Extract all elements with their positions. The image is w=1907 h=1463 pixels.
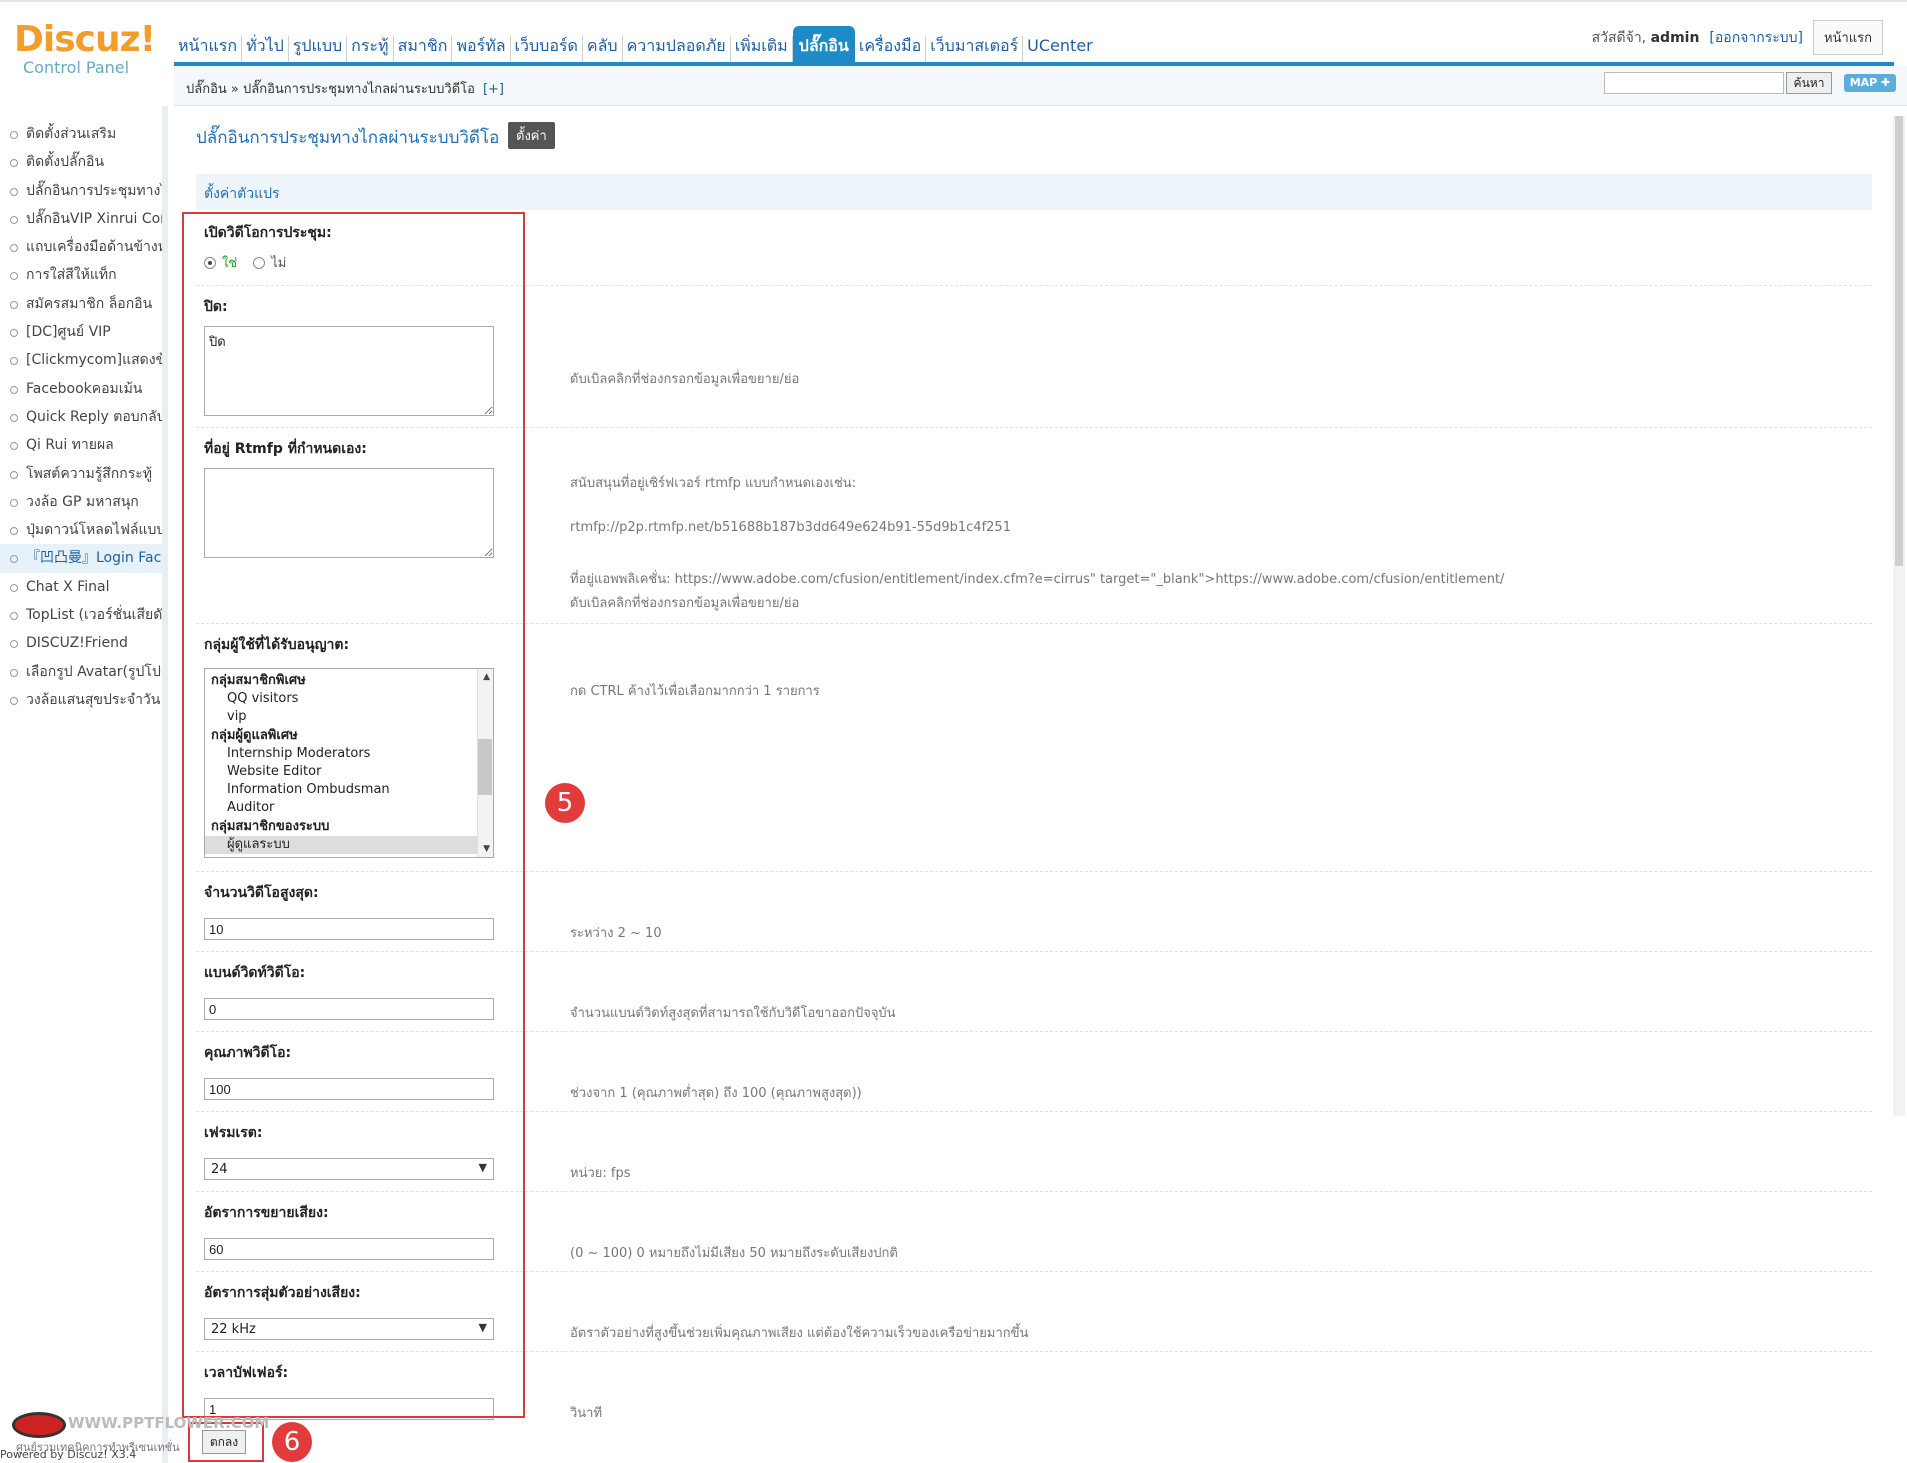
- gain-hint: (0 ~ 100) 0 หมายถึงไม่มีเสียง 50 หมายถึง…: [570, 1246, 898, 1261]
- nav-item-13[interactable]: UCenter: [1023, 36, 1097, 64]
- samplerate-hint: อัตราตัวอย่างที่สูงขึ้นช่วยเพิ่มคุณภาพเส…: [570, 1326, 1029, 1341]
- sidebar-item[interactable]: ปุ่มดาวน์โหลดไฟล์แบบแ: [0, 516, 162, 544]
- sidebar-item[interactable]: แถบเครื่องมือด้านข้างหล: [0, 233, 162, 261]
- rtmfp-hint-3: ที่อยู่แอพพลิเคชั่น: https://www.adobe.c…: [570, 572, 1505, 587]
- breadcrumb-text[interactable]: ปลั๊กอิน » ปลั๊กอินการประชุมทางไกลผ่านระ…: [186, 82, 475, 97]
- page-scroll-thumb[interactable]: [1895, 116, 1903, 566]
- top-header: Discuz! Control Panel หน้าแรก ทั่วไป รูปแบ…: [0, 0, 1907, 77]
- greeting: สวัสดีจ้า, admin: [1592, 27, 1700, 49]
- sidebar-item[interactable]: [Clickmycom]แสดงข้อ: [0, 346, 162, 374]
- rtmfp-hint-4: ดับเบิลคลิกที่ช่องกรอกข้อมูลเพื่อขยาย/ย่…: [570, 596, 800, 611]
- map-button[interactable]: MAP ✚: [1844, 74, 1896, 92]
- user-bar: สวัสดีจ้า, admin [ออกจากระบบ] หน้าแรก: [1592, 20, 1883, 55]
- sidebar-list: ติดตั้งส่วนเสริม ติดตั้งปลั๊กอิน ปลั๊กอินก…: [0, 106, 162, 714]
- page-scrollbar[interactable]: [1893, 116, 1905, 1116]
- annotation-badge-5: 5: [545, 783, 585, 823]
- annotation-badge-6: 6: [272, 1422, 312, 1462]
- add-shortcut-link[interactable]: [+]: [483, 82, 504, 97]
- annotation-frame-5: [182, 212, 525, 1418]
- rtmfp-hint-1: สนับสนุนที่อยู่เซิร์ฟเวอร์ rtmfp แบบกำหน…: [570, 476, 857, 491]
- breadcrumb: ปลั๊กอิน » ปลั๊กอินการประชุมทางไกลผ่านระ…: [186, 78, 504, 99]
- sidebar-item[interactable]: TopList (เวอร์ชั่นเสียดัง): [0, 601, 162, 629]
- close-hint: ดับเบิลคลิกที่ช่องกรอกข้อมูลเพื่อขยาย/ย่…: [570, 372, 800, 387]
- sidebar-item[interactable]: การใส่สีให้แท็ก: [0, 261, 162, 289]
- nav-item-3[interactable]: กระทู้: [347, 36, 394, 64]
- discuz-logo[interactable]: Discuz! Control Panel: [14, 22, 164, 82]
- nav-item-5[interactable]: พอร์ทัล: [452, 36, 511, 64]
- greeting-text: สวัสดีจ้า,: [1591, 29, 1647, 46]
- watermark-logo-icon: [12, 1412, 66, 1438]
- sidebar: ติดตั้งส่วนเสริม ติดตั้งปลั๊กอิน ปลั๊กอินก…: [0, 106, 168, 1463]
- nav-item-8[interactable]: ความปลอดภัย: [623, 36, 731, 64]
- section-header: ตั้งค่าตัวแปร: [196, 174, 1872, 210]
- sidebar-item[interactable]: เลือกรูป Avatar(รูปโปรไ: [0, 658, 162, 686]
- rtmfp-hint-2: rtmfp://p2p.rtmfp.net/b51688b187b3dd649e…: [570, 520, 1011, 535]
- page-title: ปลั๊กอินการประชุมทางไกลผ่านระบบวิดีโอ: [196, 128, 500, 148]
- main-nav: หน้าแรก ทั่วไป รูปแบบ กระทู้ สมาชิก พอร์ทัล เว…: [174, 26, 1097, 64]
- groups-hint: กด CTRL ค้างไว้เพื่อเลือกมากกว่า 1 รายกา…: [570, 684, 820, 699]
- sidebar-item[interactable]: ติดตั้งปลั๊กอิน: [0, 148, 162, 176]
- search-button[interactable]: ค้นหา: [1786, 72, 1832, 94]
- sidebar-item[interactable]: [DC]ศูนย์ VIP: [0, 318, 162, 346]
- nav-item-10[interactable]: ปลั๊กอิน: [792, 26, 855, 64]
- sub-header: ปลั๊กอิน » ปลั๊กอินการประชุมทางไกลผ่านระ…: [174, 66, 1907, 106]
- logo-sub-text: Control Panel: [23, 58, 130, 77]
- sidebar-item[interactable]: Chat X Final: [0, 573, 162, 601]
- nav-item-0[interactable]: หน้าแรก: [174, 36, 243, 64]
- username: admin: [1650, 29, 1700, 46]
- nav-item-11[interactable]: เครื่องมือ: [855, 36, 927, 64]
- section-title: ตั้งค่าตัวแปร: [204, 186, 280, 202]
- logout-link[interactable]: [ออกจากระบบ]: [1709, 27, 1803, 49]
- home-button[interactable]: หน้าแรก: [1813, 20, 1883, 55]
- nav-item-4[interactable]: สมาชิก: [394, 36, 453, 64]
- nav-item-1[interactable]: ทั่วไป: [242, 36, 289, 64]
- nav-item-2[interactable]: รูปแบบ: [289, 36, 348, 64]
- sidebar-item[interactable]: สมัครสมาชิก ล็อกอิน: [0, 290, 162, 318]
- quality-hint: ช่วงจาก 1 (คุณภาพต่ำสุด) ถึง 100 (คุณภาพ…: [570, 1086, 862, 1101]
- sidebar-item[interactable]: Quick Reply ตอบกลับเ: [0, 403, 162, 431]
- sidebar-item[interactable]: Facebookคอมเม้น: [0, 375, 162, 403]
- sidebar-item[interactable]: 『凹凸曼』Login Face: [0, 544, 162, 573]
- sidebar-item[interactable]: วงล้อ GP มหาสนุก: [0, 488, 162, 516]
- buffer-hint: วินาที: [570, 1406, 603, 1421]
- bandwidth-hint: จำนวนแบนด์วิดท์สูงสุดที่สามารถใช้กับวิดี…: [570, 1006, 896, 1021]
- sidebar-item[interactable]: DISCUZ!Friend: [0, 629, 162, 657]
- nav-item-6[interactable]: เว็บบอร์ด: [511, 36, 583, 64]
- watermark-site: WWW.PPTFLOWER.COM: [68, 1414, 270, 1432]
- nav-item-7[interactable]: คลับ: [583, 36, 623, 64]
- max-videos-hint: ระหว่าง 2 ~ 10: [570, 926, 662, 941]
- sidebar-item[interactable]: ปลั๊กอินVIP Xinrui Con: [0, 205, 162, 233]
- sidebar-item[interactable]: ติดตั้งส่วนเสริม: [0, 120, 162, 148]
- sidebar-item[interactable]: Qi Rui ทายผล: [0, 431, 162, 459]
- sidebar-item[interactable]: โพสต์ความรู้สึกกระทู้: [0, 460, 162, 488]
- app-root: Discuz! Control Panel หน้าแรก ทั่วไป รูปแบ…: [0, 0, 1907, 1463]
- nav-item-12[interactable]: เว็บมาสเตอร์: [926, 36, 1024, 64]
- sidebar-item[interactable]: ปลั๊กอินการประชุมทางไก: [0, 177, 162, 205]
- settings-tab[interactable]: ตั้งค่า: [508, 122, 555, 149]
- nav-item-9[interactable]: เพิ่มเติม: [731, 36, 793, 64]
- sidebar-item[interactable]: วงล้อแสนสุขประจำวัน: [0, 686, 162, 714]
- framerate-hint: หน่วย: fps: [570, 1166, 631, 1181]
- logo-main-text: Discuz!: [14, 19, 156, 60]
- search-input[interactable]: [1604, 72, 1784, 94]
- powered-by: Powered by Discuz! X3.4: [0, 1448, 137, 1461]
